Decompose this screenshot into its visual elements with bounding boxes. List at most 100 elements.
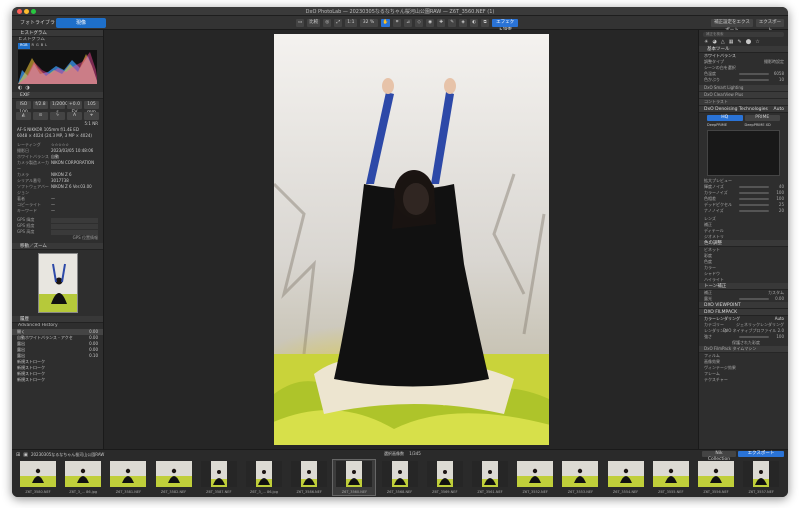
adjust-slider[interactable] — [739, 79, 769, 81]
deepprime-option[interactable]: DeepPRIME — [707, 123, 743, 128]
exif-panel-header[interactable]: EXIF — [12, 92, 103, 99]
color-icon[interactable]: ◕ — [712, 39, 716, 46]
channel-tab-l[interactable]: L — [45, 43, 47, 49]
filmstrip-thumbnail[interactable]: Z6T_3560.NEF — [332, 459, 377, 497]
star-icon[interactable]: ☆ — [755, 39, 759, 46]
red-eye-icon[interactable]: ◉ — [426, 19, 435, 27]
filmstrip-thumbnail[interactable]: Z6T_3586.NEF — [287, 459, 331, 497]
filmstrip-thumbnail[interactable]: Z6T_3_... 86.jpg — [242, 459, 286, 497]
perspective-icon[interactable]: ◇ — [415, 19, 424, 27]
export-settings-button[interactable]: 補正設定をエクスポート — [711, 19, 753, 33]
local-icon[interactable]: ✎ — [737, 39, 741, 46]
filmstrip-thumbnail[interactable]: Z6T_3552.NEF — [513, 459, 557, 497]
zoom-level-select[interactable]: 32 % — [359, 19, 378, 27]
compare-button[interactable]: 比較 — [307, 19, 321, 27]
filmstrip-thumbnail[interactable]: Z6T_3554.NEF — [604, 459, 648, 497]
history-panel-header[interactable]: 履歴 — [12, 316, 103, 323]
navigator-thumbnail[interactable] — [37, 253, 78, 313]
channel-tab-rgb[interactable]: RGB — [18, 43, 30, 49]
denoise-tab-hq[interactable]: HQ — [707, 115, 743, 121]
loupe-icon[interactable]: ◎ — [323, 19, 332, 27]
search-input[interactable]: 補正を検索 — [703, 32, 784, 37]
main-photo[interactable] — [274, 34, 549, 445]
light-icon[interactable]: ☀ — [704, 39, 708, 46]
straighten-icon[interactable]: ⊿ — [404, 19, 413, 27]
deepprime-xd-option[interactable]: DeepPRIME XD — [745, 123, 781, 128]
history-row[interactable]: 新規ストローク — [12, 377, 103, 383]
effects-icon[interactable]: ⬤ — [746, 39, 752, 46]
metadata-value[interactable]: NIKON CORPORATION — [51, 160, 94, 172]
filmstrip-thumbnail[interactable]: Z6T_3569.NEF — [423, 459, 467, 497]
color-header[interactable]: 色の調整 — [699, 240, 788, 247]
highlight-clip-icon[interactable]: ◑ — [25, 85, 29, 92]
adjust-slider[interactable] — [739, 336, 769, 338]
denoise-mode[interactable]: Auto — [774, 106, 784, 113]
gps-value-field[interactable] — [51, 217, 98, 223]
adjust-slider[interactable] — [739, 73, 769, 75]
adjust-value[interactable]: 100 — [776, 334, 784, 340]
histogram-panel-header[interactable]: ヒストグラム — [12, 30, 103, 37]
channel-tab-r[interactable]: R — [32, 43, 34, 49]
viewpoint-header[interactable]: DXO VIEWPOINT — [699, 302, 788, 309]
denoise-header[interactable]: DxO Denoising Technologies Auto — [699, 106, 788, 113]
filter-icon[interactable]: ⊞ — [16, 452, 20, 458]
zoom-one-to-one-button[interactable]: 1:1 — [345, 19, 357, 27]
channel-tab-b[interactable]: B — [41, 43, 43, 49]
folder-icon[interactable]: ▣ — [23, 452, 28, 458]
filmstrip-thumbnail[interactable]: Z6T_3556.NEF — [694, 459, 738, 497]
filmstrip-folder[interactable]: 20230305なるなちゃん桜河山公園RAW — [31, 452, 104, 458]
collapsed-section[interactable]: コントラスト — [699, 99, 788, 106]
metadata-value[interactable]: — — [51, 208, 55, 214]
filmstrip-thumbnail[interactable]: Z6T_3_... 86.jpg — [61, 459, 105, 497]
basic-tools-header[interactable]: 基本ツール — [699, 46, 788, 53]
filmpack-header[interactable]: DXO FILMPACK — [699, 309, 788, 316]
crop-icon[interactable]: ⌗ — [393, 19, 402, 27]
eye-icon[interactable]: ◐ — [470, 19, 479, 27]
adjust-slider[interactable] — [739, 198, 769, 200]
adjust-slider[interactable] — [739, 204, 769, 206]
filmstrip-thumbnail[interactable]: Z6T_3580.NEF — [16, 459, 60, 497]
collapsed-section[interactable]: テクスチャー — [699, 377, 788, 383]
filmstrip-thumbnail[interactable]: Z6T_3561.NEF — [468, 459, 512, 497]
effect-settings-button[interactable]: エフェクト設定 — [492, 19, 519, 33]
hand-tool-icon[interactable]: ✋ — [380, 19, 391, 27]
display-mode-button[interactable]: ▭ — [296, 19, 305, 27]
split-view-icon[interactable]: ⧉ — [481, 19, 490, 27]
gps-value-field[interactable] — [51, 223, 98, 229]
channel-tab-g[interactable]: G — [36, 43, 39, 49]
filmstrip-thumbnail[interactable]: Z6T_3581.NEF — [106, 459, 150, 497]
geometry-icon[interactable]: ▦ — [729, 39, 734, 46]
filmstrip-thumbnail[interactable]: Z6T_3557.NEF — [739, 459, 783, 497]
adjust-slider[interactable] — [739, 298, 769, 300]
nik-collection-button[interactable]: Nik Collection — [702, 451, 736, 462]
filmstrip-thumbnail[interactable]: Z6T_3555.NEF — [649, 459, 693, 497]
fit-icon[interactable]: ⤢ — [334, 19, 343, 27]
adjust-slider[interactable] — [739, 192, 769, 194]
adjust-slider[interactable] — [739, 210, 769, 212]
metadata-value[interactable]: NIKON Z 6 Ver.03.00 — [51, 184, 92, 196]
filmstrip-thumbnail[interactable]: Z6T_3582.NEF — [152, 459, 196, 497]
detail-icon[interactable]: △ — [721, 39, 725, 46]
local-adjust-icon[interactable]: ✎ — [448, 19, 457, 27]
adjust-value[interactable]: 10 — [779, 77, 784, 83]
navigator-panel-header[interactable]: 移動／ズーム — [12, 243, 103, 250]
collapsed-section[interactable]: DxO Smart Lighting — [699, 85, 788, 92]
adjust-slider[interactable] — [739, 186, 769, 188]
filmstrip-thumbnail[interactable]: Z6T_3553.NEF — [558, 459, 602, 497]
gps-footer-label[interactable]: GPS 位置情報 — [73, 235, 98, 241]
watermark-icon[interactable]: ◈ — [459, 19, 468, 27]
adjust-value[interactable]: 20 — [779, 208, 784, 214]
shadow-clip-icon[interactable]: ◐ — [18, 85, 22, 92]
tone-header[interactable]: トーン補正 — [699, 283, 788, 290]
collapsed-section[interactable]: DxO ClearView Plus — [699, 92, 788, 99]
export-button[interactable]: エクスポート — [756, 19, 784, 33]
gps-value-field[interactable] — [51, 229, 98, 235]
tab-customize[interactable]: 現像 — [56, 18, 106, 28]
denoise-tab-prime[interactable]: PRIME — [744, 115, 780, 121]
export-to-button[interactable]: エクスポート — [738, 451, 784, 457]
repair-icon[interactable]: ✚ — [437, 19, 446, 27]
filmstrip-thumbnail[interactable]: Z6T_3568.NEF — [378, 459, 422, 497]
filmstrip-thumbnail[interactable]: Z6T_3587.NEF — [197, 459, 241, 497]
filmpack-item[interactable]: DxO FilmPack タイムマシン — [699, 346, 788, 353]
image-viewer[interactable] — [104, 30, 698, 449]
